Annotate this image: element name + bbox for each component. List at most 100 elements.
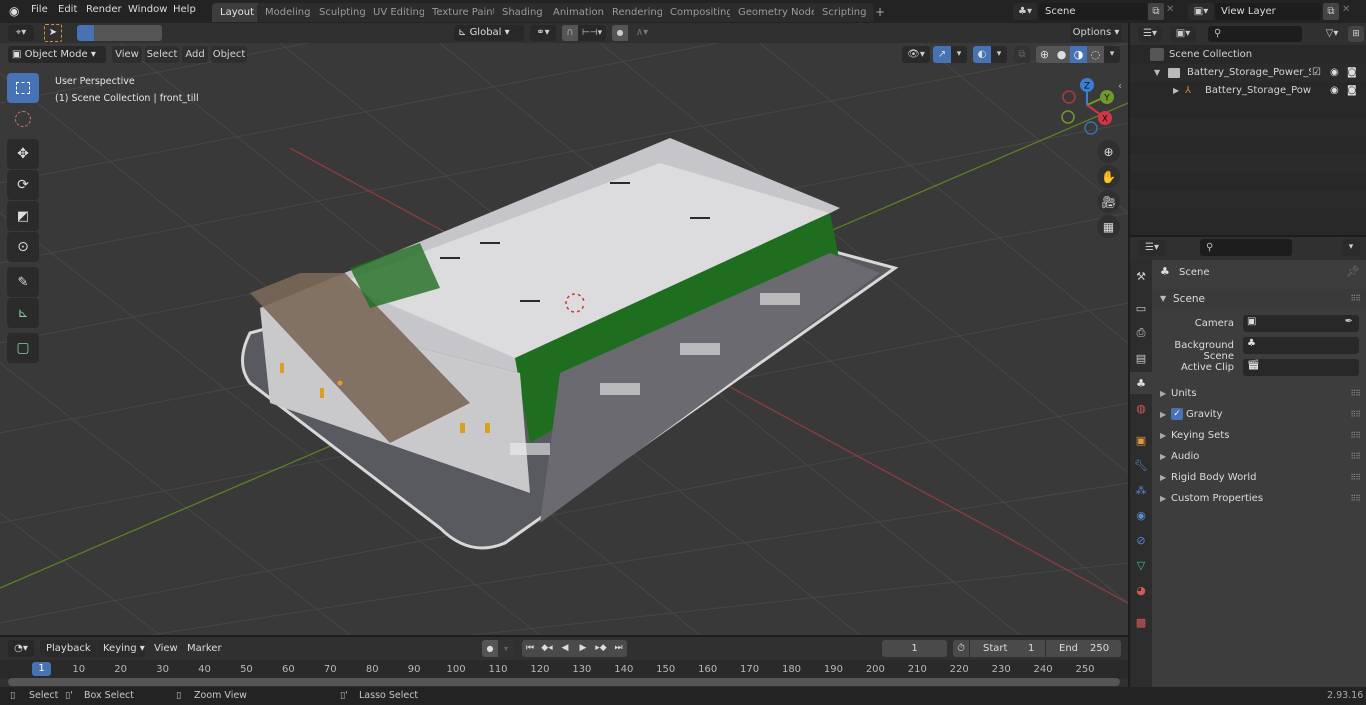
- tool-cursor[interactable]: [7, 104, 39, 134]
- outliner-row-collection[interactable]: ▼ Battery_Storage_Power_Stati ☑ ◉ ◙: [1130, 64, 1366, 82]
- timeline-menu-marker[interactable]: Marker: [187, 643, 222, 654]
- menu-render[interactable]: Render: [86, 4, 122, 15]
- tab-object-icon[interactable]: ▣: [1130, 429, 1152, 451]
- tab-modifiers-icon[interactable]: 🔧︎: [1130, 454, 1152, 476]
- xray-toggle-icon[interactable]: ⧉: [1014, 46, 1030, 63]
- perspective-toggle-button[interactable]: ▦: [1097, 215, 1120, 238]
- camera-view-button[interactable]: 🎥︎: [1097, 190, 1120, 213]
- panel-custom-properties[interactable]: ▶ Custom Properties ⠿⠿: [1152, 489, 1366, 509]
- prev-keyframe-button[interactable]: ◆◂: [538, 640, 556, 657]
- tab-physics-icon[interactable]: ◉: [1130, 504, 1152, 526]
- scene-field[interactable]: Scene: [1039, 3, 1147, 20]
- record-button[interactable]: ●: [482, 640, 498, 657]
- new-scene-icon[interactable]: ⧉: [1148, 3, 1164, 20]
- new-collection-icon[interactable]: ⊞: [1348, 26, 1364, 42]
- shading-solid-icon[interactable]: ●: [1053, 46, 1070, 63]
- timeline-scrollbar[interactable]: [8, 678, 1120, 686]
- tab-shading[interactable]: Shading: [494, 3, 551, 22]
- select-mode-subtract-icon[interactable]: [111, 25, 128, 41]
- panel-audio[interactable]: ▶ Audio ⠿⠿: [1152, 447, 1366, 467]
- blender-logo-icon[interactable]: ◉: [9, 4, 19, 18]
- options-button[interactable]: Options ▾: [1070, 24, 1122, 42]
- tab-scripting[interactable]: Scripting: [814, 3, 875, 22]
- overlays-toggle-icon[interactable]: ◐: [973, 46, 991, 63]
- panel-keying-sets[interactable]: ▶ Keying Sets ⠿⠿: [1152, 426, 1366, 446]
- gizmo-toggle-icon[interactable]: ↗: [933, 46, 951, 63]
- select-mode-extend-icon[interactable]: [94, 25, 111, 41]
- shading-rendered-icon[interactable]: ◌: [1087, 46, 1104, 63]
- end-frame-field[interactable]: End 250: [1046, 640, 1121, 657]
- camera-field[interactable]: ▣ ✒: [1243, 315, 1359, 332]
- properties-search-input[interactable]: ⚲: [1200, 239, 1292, 256]
- eye-icon[interactable]: ◉: [1330, 64, 1339, 82]
- properties-editor-type-icon[interactable]: ☰▾: [1138, 240, 1166, 256]
- drag-handle-icon[interactable]: ⠿⠿: [1350, 384, 1361, 404]
- tab-scene-icon[interactable]: ♣: [1130, 372, 1152, 394]
- tab-animation[interactable]: Animation: [545, 3, 612, 22]
- background-scene-field[interactable]: ♣: [1243, 337, 1359, 354]
- tool-add-cube[interactable]: ▢: [7, 333, 39, 363]
- gizmo-neg-x[interactable]: [1062, 90, 1076, 104]
- eye-icon[interactable]: ◉: [1330, 82, 1339, 100]
- tab-world-icon[interactable]: ◍: [1130, 397, 1152, 419]
- tab-view-layer-icon[interactable]: ▤: [1130, 347, 1152, 369]
- menu-window[interactable]: Window: [128, 4, 167, 15]
- timeline-editor-type-icon[interactable]: ◔▾: [8, 640, 34, 657]
- expand-arrow-icon[interactable]: ▼: [1154, 64, 1160, 82]
- outliner-row-object[interactable]: ▶ ⅄ Battery_Storage_Power_ ◉ ◙: [1130, 82, 1366, 100]
- gizmo-neg-y[interactable]: [1061, 110, 1075, 124]
- tab-tool-icon[interactable]: ⚒: [1130, 265, 1152, 287]
- select-mode-intersect-icon[interactable]: [145, 25, 162, 41]
- tool-transform[interactable]: ⊙: [7, 232, 39, 262]
- drag-handle-icon[interactable]: ⠿⠿: [1350, 405, 1361, 425]
- shading-dropdown-icon[interactable]: ▾: [1104, 46, 1120, 63]
- tool-scale[interactable]: ◩: [7, 201, 39, 231]
- tab-texture-icon[interactable]: ▩: [1130, 611, 1152, 633]
- viewport-canvas[interactable]: [0, 43, 1128, 635]
- editor-type-icon[interactable]: ⌖▾: [8, 25, 34, 41]
- falloff-icon[interactable]: ∧▾: [628, 25, 656, 41]
- camera-render-icon[interactable]: ◙: [1347, 64, 1357, 82]
- menu-select[interactable]: Select: [145, 46, 179, 63]
- play-reverse-button[interactable]: ◀: [556, 640, 574, 657]
- preview-range-icon[interactable]: ⏱: [953, 640, 969, 657]
- snap-target-icon[interactable]: ⊢⊣▾: [578, 25, 606, 41]
- scene-selector-icon[interactable]: ♣▾: [1013, 3, 1037, 20]
- delete-view-layer-icon[interactable]: ✕: [1342, 4, 1350, 15]
- tab-data-icon[interactable]: ▽: [1130, 554, 1152, 576]
- add-workspace-button[interactable]: +: [867, 3, 893, 22]
- tab-particles-icon[interactable]: ⁂: [1130, 479, 1152, 501]
- tab-uv-editing[interactable]: UV Editing: [365, 3, 434, 22]
- pivot-point-icon[interactable]: ⚭▾: [530, 25, 556, 41]
- transform-orientation-dropdown[interactable]: ⊾ Global ▾: [454, 25, 524, 41]
- menu-file[interactable]: File: [31, 4, 48, 15]
- display-mode-icon[interactable]: ▣▾: [1170, 26, 1196, 42]
- select-tool-icon[interactable]: ➤: [44, 24, 62, 42]
- filter-icon[interactable]: ▽▾: [1320, 26, 1344, 42]
- tab-render-icon[interactable]: ▭: [1130, 297, 1152, 319]
- overlays-dropdown-icon[interactable]: ▾: [991, 46, 1007, 63]
- next-keyframe-button[interactable]: ▸◆: [592, 640, 610, 657]
- record-dropdown-icon[interactable]: ▾: [498, 640, 514, 657]
- drag-handle-icon[interactable]: ⠿⠿: [1350, 289, 1361, 309]
- playhead[interactable]: 1: [32, 662, 51, 676]
- navigation-gizmo[interactable]: Z Y X: [1055, 73, 1120, 138]
- panel-gravity[interactable]: ▶ ✓ Gravity ⠿⠿: [1152, 405, 1366, 425]
- tab-texture-paint[interactable]: Texture Paint: [424, 3, 505, 22]
- menu-object[interactable]: Object: [211, 46, 247, 63]
- select-mode-invert-icon[interactable]: [128, 25, 145, 41]
- tool-annotate[interactable]: ✎: [7, 267, 39, 297]
- shading-wireframe-icon[interactable]: ⊕: [1036, 46, 1053, 63]
- 3d-viewport[interactable]: User Perspective (1) Scene Collection | …: [0, 43, 1128, 635]
- keying-menu[interactable]: Keying ▾: [97, 640, 145, 657]
- view-layer-selector-icon[interactable]: ▣▾: [1188, 3, 1214, 20]
- start-frame-field[interactable]: Start 1: [970, 640, 1045, 657]
- drag-handle-icon[interactable]: ⠿⠿: [1350, 447, 1361, 467]
- playback-menu[interactable]: Playback ▾: [40, 640, 96, 671]
- zoom-view-button[interactable]: ⊕: [1097, 140, 1120, 163]
- outliner-row-scene-collection[interactable]: Scene Collection: [1130, 46, 1366, 64]
- panel-rigid-body-world[interactable]: ▶ Rigid Body World ⠿⠿: [1152, 468, 1366, 488]
- proportional-edit-icon[interactable]: ●: [612, 25, 628, 41]
- pin-icon[interactable]: 📌︎: [1346, 265, 1360, 278]
- expand-arrow-icon[interactable]: ▶: [1173, 82, 1179, 100]
